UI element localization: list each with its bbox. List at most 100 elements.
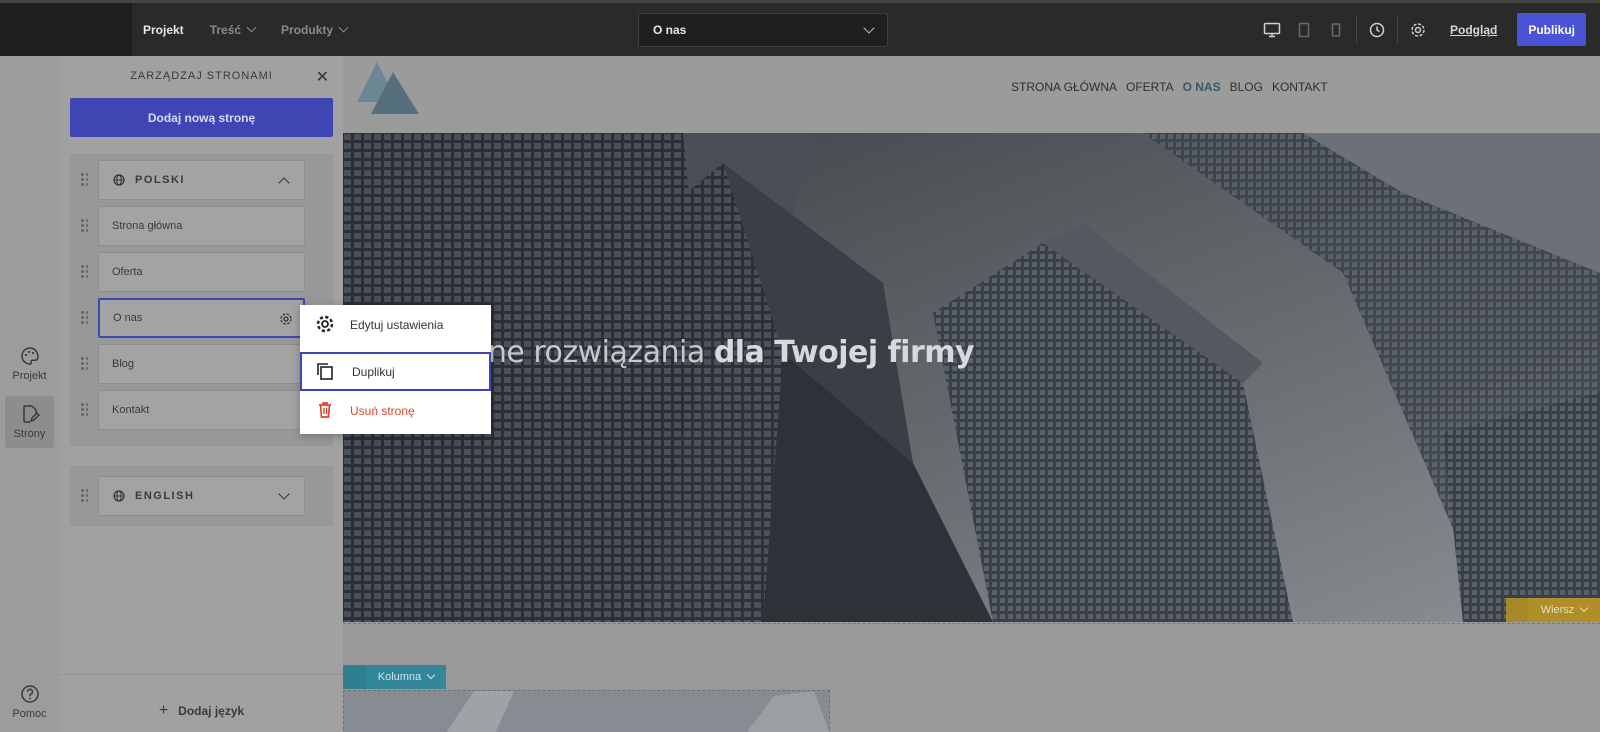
page-item-kontakt[interactable]: Kontakt xyxy=(98,390,305,430)
page-row[interactable]: Oferta xyxy=(70,252,333,292)
drag-handle-icon[interactable] xyxy=(81,357,89,371)
chevron-down-icon[interactable] xyxy=(278,488,290,500)
site-nav-blog[interactable]: BLOG xyxy=(1230,80,1263,94)
drag-handle-icon[interactable] xyxy=(81,265,89,279)
drag-handle-icon[interactable] xyxy=(343,665,366,689)
column-image-picture xyxy=(344,691,829,732)
duplicate-icon xyxy=(317,363,333,380)
column-tag[interactable]: Kolumna xyxy=(343,665,446,689)
site-nav: STRONA GŁÓWNA OFERTA O NAS BLOG KONTAKT xyxy=(1011,80,1328,94)
page-context-menu: Edytuj ustawienia Duplikuj Usuń stronę xyxy=(300,305,491,434)
site-logo[interactable] xyxy=(357,62,421,114)
top-right-tools: Podgląd Publikuj xyxy=(1256,3,1600,56)
language-row-english[interactable]: ENGLISH xyxy=(70,476,333,516)
rail-projekt-label: Projekt xyxy=(12,370,47,382)
site-nav-home[interactable]: STRONA GŁÓWNA xyxy=(1011,80,1117,94)
close-icon[interactable]: ✕ xyxy=(316,67,329,87)
nav-projekt-label: Projekt xyxy=(143,22,184,37)
palette-icon xyxy=(20,347,39,365)
plus-icon: + xyxy=(158,702,169,719)
top-toolbar: Projekt Treść Produkty O nas Podgląd Pub… xyxy=(0,0,1600,56)
add-page-button[interactable]: Dodaj nową stronę xyxy=(70,98,333,137)
chevron-up-icon[interactable] xyxy=(278,177,290,189)
settings-gear-icon[interactable] xyxy=(1402,14,1434,46)
brand-area xyxy=(0,3,132,56)
chevron-down-icon xyxy=(246,22,257,33)
rail-projekt[interactable]: Projekt xyxy=(5,338,54,390)
page-row[interactable]: Kontakt xyxy=(70,390,333,430)
nav-produkty[interactable]: Produkty xyxy=(281,22,349,37)
site-nav-kontakt[interactable]: KONTAKT xyxy=(1272,80,1328,94)
site-nav-o-nas[interactable]: O NAS xyxy=(1183,80,1221,94)
rail-strony-label: Strony xyxy=(13,428,46,440)
divider xyxy=(1396,15,1398,44)
hero-section[interactable]: one rozwiązania dla Twojej firmy xyxy=(343,133,1600,622)
preview-link[interactable]: Podgląd xyxy=(1450,23,1497,37)
hero-heading-bold: dla Twojej firmy xyxy=(713,335,975,370)
add-language-button[interactable]: + Dodaj język xyxy=(60,702,343,720)
menu-item-label: Edytuj ustawienia xyxy=(350,317,444,332)
page-item-o-nas[interactable]: O nas xyxy=(98,298,305,338)
menu-item-duplicate[interactable]: Duplikuj xyxy=(300,352,491,391)
nav-tresc-label: Treść xyxy=(209,22,242,37)
column-image[interactable] xyxy=(343,690,830,732)
top-nav: Projekt Treść Produkty xyxy=(143,3,349,56)
panel-title: ZARZĄDZAJ STRONAMI xyxy=(130,70,273,82)
menu-item-edit-settings[interactable]: Edytuj ustawienia xyxy=(300,305,491,344)
nav-projekt[interactable]: Projekt xyxy=(143,23,184,37)
nav-produkty-label: Produkty xyxy=(281,22,334,37)
page-select[interactable]: O nas xyxy=(638,13,888,47)
drag-handle-icon[interactable] xyxy=(81,489,89,503)
language-row-polski[interactable]: POLSKI xyxy=(70,160,333,200)
divider xyxy=(1355,15,1357,44)
drag-handle-icon[interactable] xyxy=(81,311,89,325)
settings-gear-icon[interactable] xyxy=(279,312,293,326)
language-toggle-english[interactable]: ENGLISH xyxy=(98,476,305,516)
menu-item-label: Duplikuj xyxy=(352,364,395,379)
drag-handle-icon[interactable] xyxy=(1506,598,1528,622)
menu-item-label: Usuń stronę xyxy=(350,403,415,418)
chevron-down-icon xyxy=(338,22,349,33)
language-label: POLSKI xyxy=(135,174,185,186)
page-row[interactable]: O nas xyxy=(70,298,333,338)
rail-strony[interactable]: Strony xyxy=(5,396,54,448)
divider xyxy=(60,674,343,675)
hero-heading[interactable]: one rozwiązania dla Twojej firmy xyxy=(343,335,1600,370)
publish-button[interactable]: Publikuj xyxy=(1517,13,1586,46)
page-item-label: O nas xyxy=(113,312,143,324)
menu-item-delete-page[interactable]: Usuń stronę xyxy=(300,391,491,430)
page-select-value: O nas xyxy=(653,23,687,37)
language-group-english: ENGLISH xyxy=(70,466,333,526)
rail-pomoc-label: Pomoc xyxy=(12,708,47,720)
language-toggle-polski[interactable]: POLSKI xyxy=(98,160,305,200)
trash-icon xyxy=(319,402,331,418)
page-item-strona-glowna[interactable]: Strona główna xyxy=(98,206,305,246)
drag-handle-icon[interactable] xyxy=(81,173,89,187)
drag-handle-icon[interactable] xyxy=(81,219,89,233)
desktop-icon[interactable] xyxy=(1256,14,1288,46)
nav-tresc[interactable]: Treść xyxy=(209,22,257,37)
hero-background-image xyxy=(343,133,1600,622)
rail-pomoc[interactable]: Pomoc xyxy=(5,676,54,728)
language-group-polski: POLSKI Strona główna Oferta O nas Blog K… xyxy=(70,154,333,446)
tablet-icon[interactable] xyxy=(1288,14,1320,46)
site-header[interactable]: STRONA GŁÓWNA OFERTA O NAS BLOG KONTAKT xyxy=(343,56,1600,133)
pages-edit-icon xyxy=(22,405,40,423)
editor-canvas: STRONA GŁÓWNA OFERTA O NAS BLOG KONTAKT xyxy=(343,56,1600,732)
globe-icon xyxy=(113,490,125,502)
page-item-blog[interactable]: Blog xyxy=(98,344,305,384)
history-icon[interactable] xyxy=(1361,14,1393,46)
mobile-icon[interactable] xyxy=(1320,14,1352,46)
row-tag-label: Wiersz xyxy=(1540,604,1575,616)
drag-handle-icon[interactable] xyxy=(81,403,89,417)
site-nav-oferta[interactable]: OFERTA xyxy=(1126,80,1174,94)
settings-gear-icon xyxy=(316,315,334,333)
page-item-oferta[interactable]: Oferta xyxy=(98,252,305,292)
column-tag-label: Kolumna xyxy=(377,671,422,683)
chevron-down-icon xyxy=(863,22,875,34)
page-row[interactable]: Blog xyxy=(70,344,333,384)
row-tag[interactable]: Wiersz xyxy=(1506,598,1600,622)
chevron-down-icon xyxy=(426,670,436,680)
add-language-label: Dodaj język xyxy=(178,704,245,718)
page-row[interactable]: Strona główna xyxy=(70,206,333,246)
